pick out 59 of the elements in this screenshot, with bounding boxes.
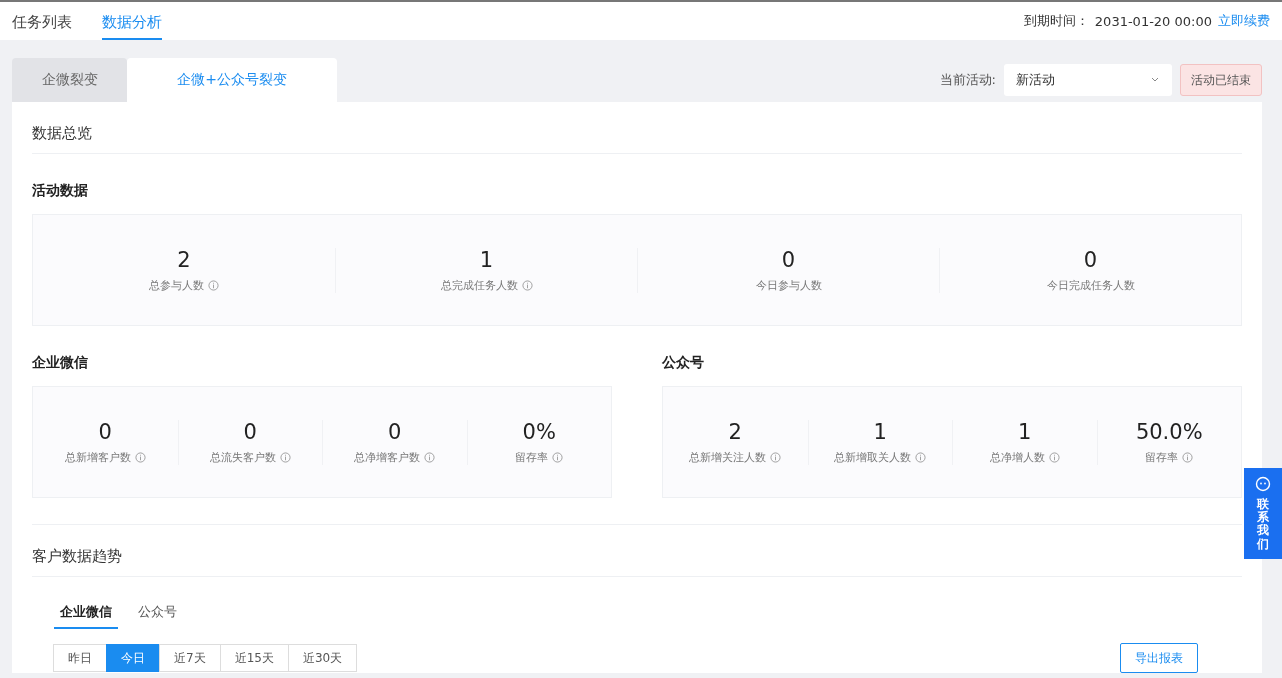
stat-value: 0 [781, 247, 796, 272]
section-title: 数据总览 [32, 102, 1242, 154]
stat-value: 2 [728, 419, 742, 444]
subsection-title: 活动数据 [32, 181, 89, 200]
range-button[interactable]: 近30天 [287, 644, 358, 672]
expiry-date: 2031-01-20 00:00 [1094, 13, 1212, 29]
range-button[interactable]: 近15天 [219, 644, 289, 672]
stat-label: 留存率 [515, 449, 549, 465]
stat-value: 0 [388, 419, 402, 444]
stat-value: 0% [522, 419, 556, 444]
stat-value: 2 [177, 247, 191, 272]
channel-tab[interactable]: 企业微信 [54, 599, 118, 629]
stat-label: 留存率 [1145, 449, 1179, 465]
stat-label: 总流失客户数 [209, 449, 276, 465]
info-icon[interactable] [552, 451, 564, 463]
stat-value: 0 [243, 419, 257, 444]
mode-tab[interactable]: 企微裂变 [12, 58, 127, 102]
expiry-label: 到期时间： [1023, 12, 1089, 30]
nav-tab[interactable]: 数据分析 [102, 5, 162, 40]
stat-value: 50.0% [1135, 419, 1203, 444]
stat-value: 1 [873, 419, 887, 444]
info-icon[interactable] [521, 279, 533, 291]
range-button[interactable]: 近7天 [159, 644, 221, 672]
subsection-title: 公众号 [662, 353, 705, 372]
export-button[interactable]: 导出报表 [1120, 643, 1198, 673]
nav-tab[interactable]: 任务列表 [12, 5, 72, 40]
stat-label: 总新增取关人数 [834, 449, 912, 465]
stat-value: 0 [1083, 247, 1098, 272]
renew-link[interactable]: 立即续费 [1218, 12, 1270, 30]
range-button[interactable]: 昨日 [53, 644, 107, 672]
subsection-title: 企业微信 [32, 353, 89, 372]
stat-label: 今日参与人数 [755, 277, 822, 293]
chat-face-icon [1255, 476, 1271, 492]
info-icon[interactable] [424, 451, 436, 463]
stat-label: 今日完成任务人数 [1046, 277, 1135, 293]
section-title: 客户数据趋势 [32, 525, 1242, 577]
status-button[interactable]: 活动已结束 [1180, 64, 1262, 96]
info-icon[interactable] [134, 451, 146, 463]
info-icon[interactable] [1048, 451, 1060, 463]
activity-select[interactable]: 新活动 [1004, 64, 1172, 96]
stat-label: 总净增客户数 [354, 449, 421, 465]
info-icon[interactable] [208, 279, 219, 291]
info-icon[interactable] [770, 451, 782, 463]
stat-value: 1 [479, 247, 494, 272]
chevron-down-icon [1150, 77, 1160, 83]
activity-label: 当前活动: [939, 71, 996, 89]
info-icon[interactable] [279, 451, 291, 463]
mode-tab[interactable]: 企微+公众号裂变 [127, 58, 337, 102]
channel-tab[interactable]: 公众号 [132, 599, 183, 629]
stat-label: 总净增人数 [989, 449, 1045, 465]
stat-label: 总新增关注人数 [689, 449, 767, 465]
contact-button[interactable]: 联系我们 [1244, 468, 1282, 559]
stat-value: 0 [98, 419, 112, 444]
info-icon[interactable] [915, 451, 927, 463]
info-icon[interactable] [1182, 451, 1194, 463]
stat-label: 总完成任务人数 [440, 277, 518, 293]
stat-label: 总新增客户数 [64, 449, 131, 465]
stat-label: 总参与人数 [149, 277, 204, 293]
stat-value: 1 [1018, 419, 1032, 444]
